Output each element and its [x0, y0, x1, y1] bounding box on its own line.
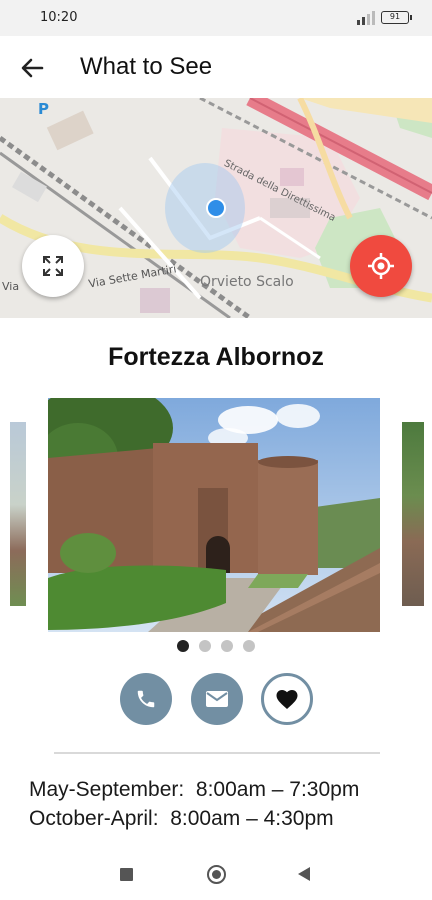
- map-view[interactable]: Strada della Direttissima Via Sette Mart…: [0, 98, 432, 318]
- carousel-current-image[interactable]: [48, 398, 380, 632]
- parking-label: P: [38, 100, 49, 118]
- recents-icon[interactable]: [120, 868, 133, 881]
- favorite-button[interactable]: [261, 673, 313, 725]
- carousel-dot[interactable]: [243, 640, 255, 652]
- system-nav-bar: [0, 850, 432, 900]
- image-carousel[interactable]: [0, 398, 432, 632]
- battery-icon: 91: [381, 11, 412, 24]
- carousel-dot[interactable]: [177, 640, 189, 652]
- app-bar: What to See: [0, 36, 432, 98]
- opening-hours: May-September: 8:00am – 7:30pm October-A…: [29, 775, 429, 833]
- status-bar: 10:20 91: [0, 0, 432, 36]
- gps-target-icon: [368, 253, 394, 279]
- email-button[interactable]: [191, 673, 243, 725]
- fullscreen-button[interactable]: [22, 235, 84, 297]
- call-button[interactable]: [120, 673, 172, 725]
- carousel-indicator: [0, 640, 432, 654]
- status-time: 10:20: [40, 10, 78, 25]
- carousel-dot[interactable]: [221, 640, 233, 652]
- signal-icon: [357, 11, 375, 25]
- home-icon[interactable]: [207, 865, 226, 884]
- street-label: Via: [2, 280, 20, 293]
- hours-row: May-September: 8:00am – 7:30pm: [29, 778, 360, 801]
- place-label: Orvieto Scalo: [200, 274, 294, 290]
- back-icon[interactable]: [298, 867, 310, 881]
- carousel-dot[interactable]: [199, 640, 211, 652]
- back-arrow-icon[interactable]: [18, 54, 46, 82]
- divider: [54, 752, 380, 754]
- carousel-next-image[interactable]: [402, 422, 424, 606]
- carousel-prev-image[interactable]: [10, 422, 26, 606]
- locate-me-button[interactable]: [350, 235, 412, 297]
- hours-row: October-April: 8:00am – 4:30pm: [29, 807, 334, 830]
- contact-actions: [0, 673, 432, 725]
- poi-title: Fortezza Albornoz: [108, 343, 324, 371]
- heart-icon: [276, 690, 298, 709]
- phone-icon: [137, 690, 155, 708]
- expand-icon: [43, 256, 63, 276]
- mail-icon: [206, 691, 228, 707]
- user-location-marker: [206, 198, 226, 218]
- page-title: What to See: [80, 53, 213, 80]
